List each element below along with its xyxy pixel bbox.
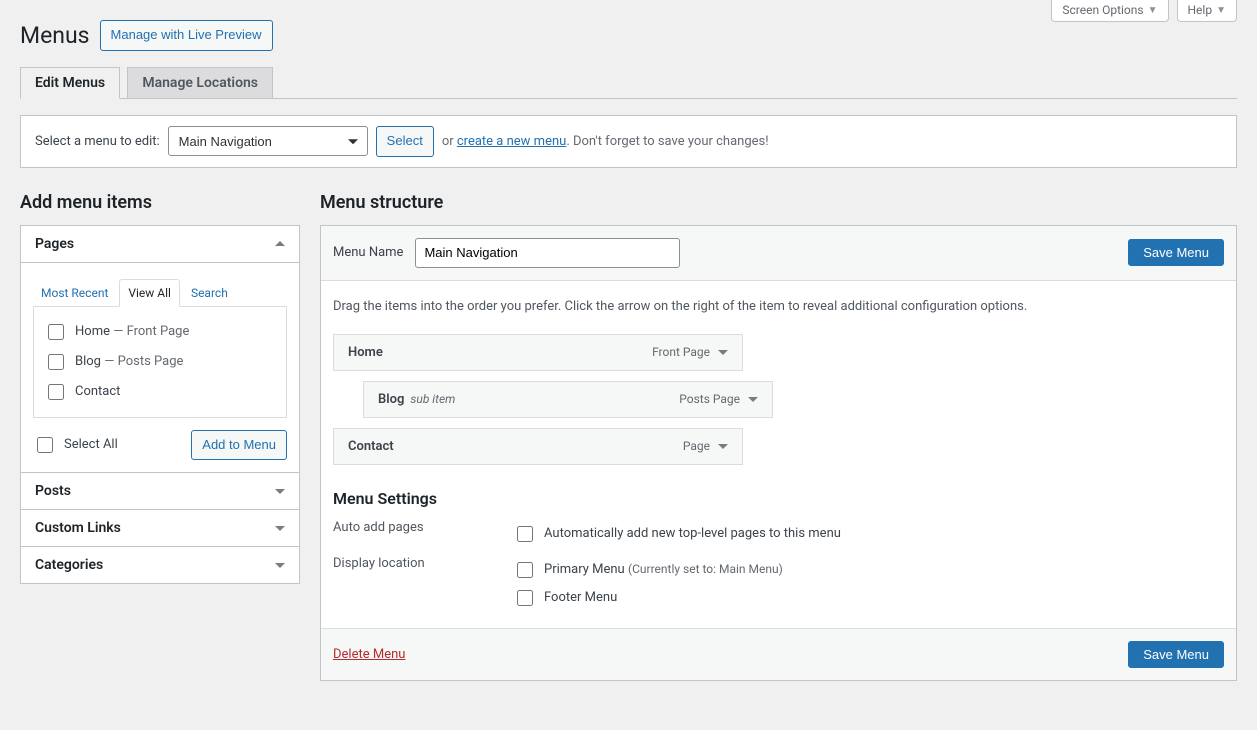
location-primary-checkbox[interactable] [517, 562, 533, 578]
postbox-custom-links-title: Custom Links [35, 520, 121, 536]
auto-add-option-label: Automatically add new top-level pages to… [544, 526, 841, 541]
page-title: Menus [20, 22, 90, 49]
menu-edit-body: Drag the items into the order you prefer… [321, 281, 1236, 628]
caret-down-icon[interactable] [718, 444, 728, 449]
page-item-home: Home — Front Page [44, 317, 276, 347]
caret-up-icon [275, 241, 285, 246]
create-menu-link[interactable]: create a new menu [457, 134, 566, 149]
select-all-label: Select All [64, 437, 118, 452]
postbox-categories: Categories [20, 547, 300, 584]
add-to-menu-button[interactable]: Add to Menu [191, 430, 287, 461]
display-location-label: Display location [333, 556, 513, 612]
menu-item-title: Home [348, 345, 383, 360]
add-menu-items-column: Add menu items Pages Most Recent View Al… [20, 192, 300, 585]
pages-list-controls: Select All Add to Menu [33, 430, 287, 461]
location-footer-checkbox[interactable] [517, 590, 533, 606]
add-menu-items-heading: Add menu items [20, 192, 300, 213]
menu-structure-column: Menu structure Menu Name Save Menu Drag … [320, 192, 1237, 681]
screen-options-label: Screen Options [1062, 3, 1143, 17]
menu-item-title: Blog [378, 392, 404, 407]
menu-item-contact[interactable]: Contact Page [333, 428, 743, 465]
menu-item-blog[interactable]: Blog sub item Posts Page [363, 381, 773, 418]
page-label: Contact [75, 384, 120, 399]
auto-add-checkbox[interactable] [517, 526, 533, 542]
menu-item-home[interactable]: Home Front Page [333, 334, 743, 371]
menu-item-title: Contact [348, 439, 394, 454]
menu-settings-heading: Menu Settings [333, 489, 1224, 508]
postbox-pages-body: Most Recent View All Search Home — Front… [21, 263, 299, 473]
drag-instructions: Drag the items into the order you prefer… [333, 299, 1224, 314]
screen-options-tab[interactable]: Screen Options ▼ [1051, 0, 1168, 22]
or-text: or [442, 134, 454, 149]
menu-structure-heading: Menu structure [320, 192, 1237, 213]
tab-manage-locations[interactable]: Manage Locations [127, 67, 273, 98]
menu-item-type: Front Page [652, 345, 710, 359]
nav-tabs: Edit Menus Manage Locations [20, 67, 1237, 99]
postbox-posts: Posts [20, 473, 300, 510]
settings-display-location: Display location Primary Menu (Currently… [333, 552, 1224, 616]
caret-down-icon [275, 489, 285, 494]
location-primary-hint: (Currently set to: Main Menu) [628, 562, 783, 576]
trailing-text: . Don't forget to save your changes! [566, 134, 768, 149]
help-label: Help [1188, 3, 1213, 17]
location-footer-label: Footer Menu [544, 590, 617, 605]
page-suffix: — Posts Page [101, 354, 183, 369]
menu-edit-footer: Delete Menu Save Menu [321, 628, 1236, 680]
help-tab[interactable]: Help ▼ [1177, 0, 1238, 22]
select-all-row: Select All [33, 430, 118, 460]
page-checkbox-blog[interactable] [48, 354, 64, 370]
manage-menus-bar: Select a menu to edit: Main Navigation S… [20, 115, 1237, 168]
pages-checklist: Home — Front Page Blog — Posts Page Cont… [33, 307, 287, 418]
select-menu-label: Select a menu to edit: [35, 134, 160, 149]
caret-down-icon[interactable] [748, 397, 758, 402]
delete-menu-link[interactable]: Delete Menu [333, 647, 405, 662]
tab-edit-menus[interactable]: Edit Menus [20, 67, 120, 99]
postbox-categories-header[interactable]: Categories [21, 547, 299, 583]
menu-item-type: Page [683, 439, 710, 453]
select-button[interactable]: Select [376, 126, 434, 157]
menu-name-row: Menu Name [333, 238, 680, 268]
postbox-pages: Pages Most Recent View All Search Home —… [20, 225, 300, 474]
postbox-pages-title: Pages [35, 236, 74, 252]
live-preview-button[interactable]: Manage with Live Preview [100, 20, 273, 51]
menu-select[interactable]: Main Navigation [168, 126, 368, 156]
pages-inner-tabs: Most Recent View All Search [33, 279, 287, 307]
settings-auto-add: Auto add pages Automatically add new top… [333, 516, 1224, 552]
menu-name-input[interactable] [415, 238, 680, 268]
page-item-contact: Contact [44, 377, 276, 407]
postbox-posts-title: Posts [35, 483, 71, 499]
page-item-blog: Blog — Posts Page [44, 347, 276, 377]
page-label: Blog [75, 354, 101, 369]
caret-down-icon: ▼ [1216, 5, 1226, 16]
caret-down-icon: ▼ [1148, 5, 1158, 16]
menu-item-sub-label: sub item [410, 392, 455, 406]
menu-edit-header: Menu Name Save Menu [321, 226, 1236, 281]
pages-tab-view-all[interactable]: View All [119, 279, 180, 307]
menu-management-columns: Add menu items Pages Most Recent View Al… [20, 192, 1237, 681]
page-suffix: — Front Page [110, 324, 189, 339]
postbox-categories-title: Categories [35, 557, 103, 573]
page-checkbox-contact[interactable] [48, 384, 64, 400]
postbox-posts-header[interactable]: Posts [21, 473, 299, 509]
caret-down-icon [275, 563, 285, 568]
auto-add-label: Auto add pages [333, 520, 513, 548]
page-label: Home [75, 324, 110, 339]
page-checkbox-home[interactable] [48, 324, 64, 340]
select-all-checkbox[interactable] [37, 437, 53, 453]
pages-tab-recent[interactable]: Most Recent [33, 280, 116, 306]
postbox-custom-links-header[interactable]: Custom Links [21, 510, 299, 546]
save-menu-button-top[interactable]: Save Menu [1128, 239, 1224, 266]
location-primary-label: Primary Menu [544, 562, 625, 577]
menu-item-type: Posts Page [679, 392, 740, 406]
menu-name-label: Menu Name [333, 245, 403, 260]
menu-edit-panel: Menu Name Save Menu Drag the items into … [320, 225, 1237, 681]
postbox-pages-header[interactable]: Pages [21, 226, 299, 263]
caret-down-icon[interactable] [718, 350, 728, 355]
pages-tab-search[interactable]: Search [183, 280, 236, 306]
save-menu-button-bottom[interactable]: Save Menu [1128, 641, 1224, 668]
caret-down-icon [275, 526, 285, 531]
contextual-tabs: Screen Options ▼ Help ▼ [1051, 0, 1237, 22]
postbox-custom-links: Custom Links [20, 510, 300, 547]
